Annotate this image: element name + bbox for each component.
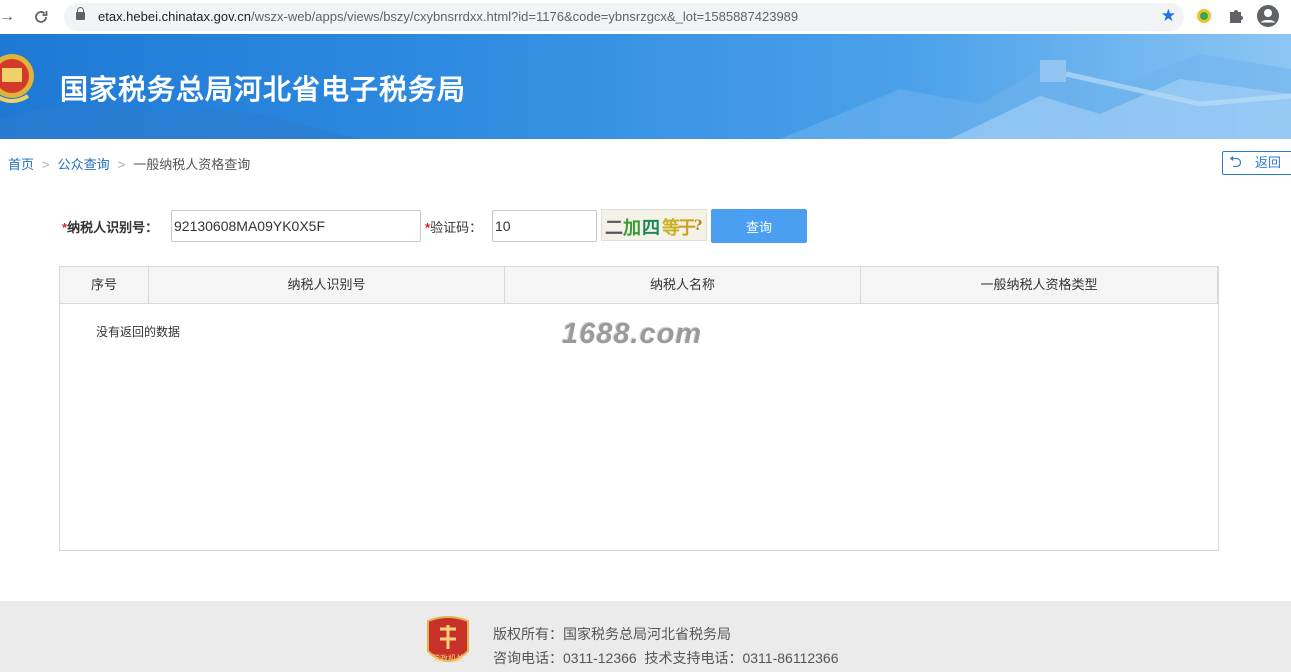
empty-data-message: 没有返回的数据 <box>96 325 181 339</box>
lock-icon <box>76 7 85 20</box>
profile-avatar-icon[interactable] <box>1257 5 1279 27</box>
puzzle-icon[interactable] <box>1226 6 1246 26</box>
captcha-char: ? <box>694 218 703 234</box>
footer-contact: 咨询电话：0311-12366 技术支持电话：0311-86112366 <box>493 650 839 666</box>
bookmark-star-icon[interactable]: ★ <box>1161 6 1176 26</box>
taxpayer-id-label: *纳税人识别号： <box>62 220 159 235</box>
url-text: etax.hebei.chinatax.gov.cn/wszx-web/apps… <box>98 9 799 24</box>
breadcrumb-separator: > <box>117 157 126 172</box>
breadcrumb-separator: > <box>42 157 50 172</box>
address-bar[interactable]: etax.hebei.chinatax.gov.cn/wszx-web/apps… <box>64 3 1184 31</box>
query-button[interactable]: 查询 <box>711 209 807 243</box>
column-header-taxpayer-id[interactable]: 纳税人识别号 <box>149 267 505 303</box>
site-banner: 国家税务总局河北省电子税务局 <box>0 34 1291 139</box>
tax-emblem-icon <box>0 54 34 103</box>
party-government-badge-icon: 党政机关 <box>427 616 469 663</box>
forward-arrow-icon[interactable]: → <box>0 6 18 28</box>
captcha-char: 二 <box>605 218 623 239</box>
breadcrumb-home-link[interactable]: 首页 <box>8 157 34 172</box>
back-arrow-icon: ⮌ <box>1229 154 1242 171</box>
taxpayer-id-input[interactable] <box>171 210 421 242</box>
captcha-char: 四 <box>642 218 660 239</box>
results-table: 序号 纳税人识别号 纳税人名称 一般纳税人资格类型 没有返回的数据 <box>59 266 1219 551</box>
captcha-char: 加 <box>623 218 641 239</box>
table-header: 序号 纳税人识别号 纳税人名称 一般纳税人资格类型 <box>60 267 1218 304</box>
back-button-label: 返回 <box>1255 155 1282 170</box>
breadcrumb-public-query-link[interactable]: 公众查询 <box>58 157 110 172</box>
watermark: 1688.com <box>562 318 703 350</box>
column-header-qualification-type[interactable]: 一般纳税人资格类型 <box>861 267 1218 303</box>
footer-copyright: 版权所有：国家税务总局河北省税务局 <box>493 626 731 642</box>
back-button[interactable]: ⮌ 返回 <box>1222 151 1291 175</box>
breadcrumb-current: 一般纳税人资格查询 <box>133 157 251 172</box>
captcha-image[interactable]: 二 加 四 等 于 ? <box>601 209 707 241</box>
column-header-taxpayer-name[interactable]: 纳税人名称 <box>505 267 861 303</box>
column-header-index[interactable]: 序号 <box>60 267 149 303</box>
site-title: 国家税务总局河北省电子税务局 <box>60 74 467 105</box>
captcha-input[interactable] <box>492 210 597 242</box>
captcha-label: *验证码： <box>425 220 483 235</box>
breadcrumb: 首页 > 公众查询 > 一般纳税人资格查询 <box>8 154 250 173</box>
badge-text: 党政机关 <box>432 653 464 663</box>
extension-icon[interactable] <box>1194 6 1214 26</box>
page-footer: 党政机关 版权所有：国家税务总局河北省税务局 咨询电话：0311-12366 技… <box>0 601 1291 672</box>
browser-toolbar: → etax.hebei.chinatax.gov.cn/wszx-web/ap… <box>0 0 1291 35</box>
reload-icon[interactable] <box>30 6 52 28</box>
